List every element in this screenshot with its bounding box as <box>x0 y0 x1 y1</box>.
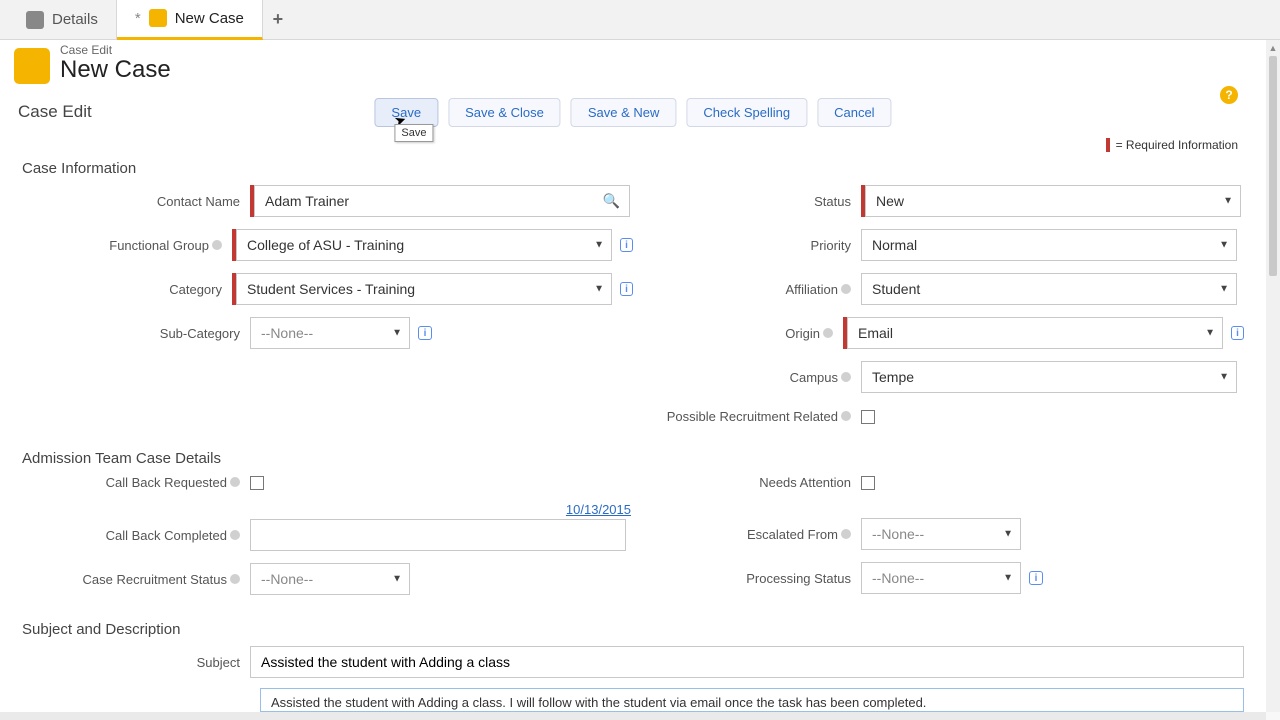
case-icon <box>14 48 50 84</box>
section-case-info: Case Information <box>0 122 1266 185</box>
save-new-button[interactable]: Save & New <box>571 98 677 127</box>
label-call-back-requested: Call Back Requested <box>106 475 227 490</box>
button-group: Save ➤ Save Save & Close Save & New Chec… <box>374 98 891 127</box>
help-dot-icon[interactable] <box>841 284 851 294</box>
tab-details[interactable]: Details <box>8 0 117 40</box>
tab-new-case[interactable]: * New Case <box>117 0 263 40</box>
label-subject: Subject <box>197 655 240 670</box>
help-dot-icon[interactable] <box>841 372 851 382</box>
required-legend-text: = Required Information <box>1116 138 1238 152</box>
help-dot-icon[interactable] <box>841 411 851 421</box>
help-dot-icon[interactable] <box>212 240 222 250</box>
affiliation-select[interactable]: Student <box>861 273 1237 305</box>
required-bar-icon <box>1106 138 1110 152</box>
help-dot-icon[interactable] <box>823 328 833 338</box>
possible-recruitment-checkbox[interactable] <box>861 410 875 424</box>
processing-status-select[interactable]: --None-- <box>861 562 1021 594</box>
lookup-icon[interactable]: 🔍 <box>603 193 620 210</box>
scroll-thumb[interactable] <box>1269 56 1277 276</box>
action-bar: Case Edit Save ➤ Save Save & Close Save … <box>0 102 1266 122</box>
label-call-back-completed: Call Back Completed <box>106 528 227 543</box>
details-tab-icon <box>26 11 44 29</box>
tab-details-label: Details <box>52 11 98 28</box>
origin-select[interactable]: Email <box>847 317 1223 349</box>
contact-name-input[interactable] <box>254 185 630 217</box>
dirty-indicator: * <box>135 10 141 27</box>
case-recruitment-status-select[interactable]: --None-- <box>250 563 410 595</box>
label-functional-group: Functional Group <box>109 238 209 253</box>
functional-group-select[interactable]: College of ASU - Training <box>236 229 612 261</box>
label-possible-recruitment: Possible Recruitment Related <box>667 409 838 424</box>
help-dot-icon[interactable] <box>230 574 240 584</box>
label-case-recruitment-status: Case Recruitment Status <box>82 572 227 587</box>
category-select[interactable]: Student Services - Training <box>236 273 612 305</box>
page-header: Case Edit New Case <box>0 40 1266 96</box>
sub-category-select[interactable]: --None-- <box>250 317 410 349</box>
description-textarea[interactable]: Assisted the student with Adding a class… <box>260 688 1244 712</box>
section-admission: Admission Team Case Details <box>0 436 1266 475</box>
save-close-button[interactable]: Save & Close <box>448 98 561 127</box>
cancel-button[interactable]: Cancel <box>817 98 891 127</box>
help-dot-icon[interactable] <box>230 477 240 487</box>
label-processing-status: Processing Status <box>746 571 851 586</box>
info-icon[interactable]: i <box>418 326 432 340</box>
escalated-from-select[interactable]: --None-- <box>861 518 1021 550</box>
label-status: Status <box>814 194 851 209</box>
page-eyebrow: Case Edit <box>60 44 171 56</box>
help-dot-icon[interactable] <box>230 530 240 540</box>
required-legend: = Required Information <box>1106 138 1238 152</box>
help-dot-icon[interactable] <box>841 529 851 539</box>
info-icon[interactable]: i <box>1029 571 1043 585</box>
label-category: Category <box>169 282 222 297</box>
subject-block: Subject Assisted the student with Adding… <box>0 646 1266 712</box>
label-campus: Campus <box>790 370 838 385</box>
priority-select[interactable]: Normal <box>861 229 1237 261</box>
call-back-date-link[interactable]: 10/13/2015 <box>257 502 633 517</box>
label-priority: Priority <box>811 238 851 253</box>
tab-new-case-label: New Case <box>175 10 244 27</box>
campus-select[interactable]: Tempe <box>861 361 1237 393</box>
label-contact-name: Contact Name <box>157 194 240 209</box>
subject-input[interactable] <box>250 646 1244 678</box>
section-subject: Subject and Description <box>0 607 1266 646</box>
label-sub-category: Sub-Category <box>160 326 240 341</box>
page-title: New Case <box>60 56 171 84</box>
tab-add-button[interactable]: + <box>263 9 293 30</box>
vertical-scrollbar[interactable]: ▲ <box>1266 40 1280 712</box>
scroll-up-icon[interactable]: ▲ <box>1266 40 1280 56</box>
info-icon[interactable]: i <box>620 282 633 296</box>
label-needs-attention: Needs Attention <box>759 475 851 490</box>
check-spelling-button[interactable]: Check Spelling <box>686 98 807 127</box>
tab-bar: Details * New Case + <box>0 0 1280 40</box>
main-content: ? Case Edit New Case Case Edit Save ➤ Sa… <box>0 40 1266 712</box>
bottom-bar <box>0 712 1266 720</box>
info-icon[interactable]: i <box>620 238 633 252</box>
call-back-completed-input[interactable] <box>250 519 626 551</box>
action-section-label: Case Edit <box>18 102 92 122</box>
status-select[interactable]: New <box>865 185 1241 217</box>
case-info-fields: Contact Name 🔍 Functional Group College … <box>0 185 1266 436</box>
label-origin: Origin <box>785 326 820 341</box>
label-escalated-from: Escalated From <box>747 527 838 542</box>
admission-fields: Call Back Requested 10/13/2015 Call Back… <box>0 475 1266 607</box>
info-icon[interactable]: i <box>1231 326 1244 340</box>
save-tooltip: Save <box>394 124 433 142</box>
case-tab-icon <box>149 9 167 27</box>
call-back-requested-checkbox[interactable] <box>250 476 264 490</box>
label-affiliation: Affiliation <box>785 282 838 297</box>
needs-attention-checkbox[interactable] <box>861 476 875 490</box>
